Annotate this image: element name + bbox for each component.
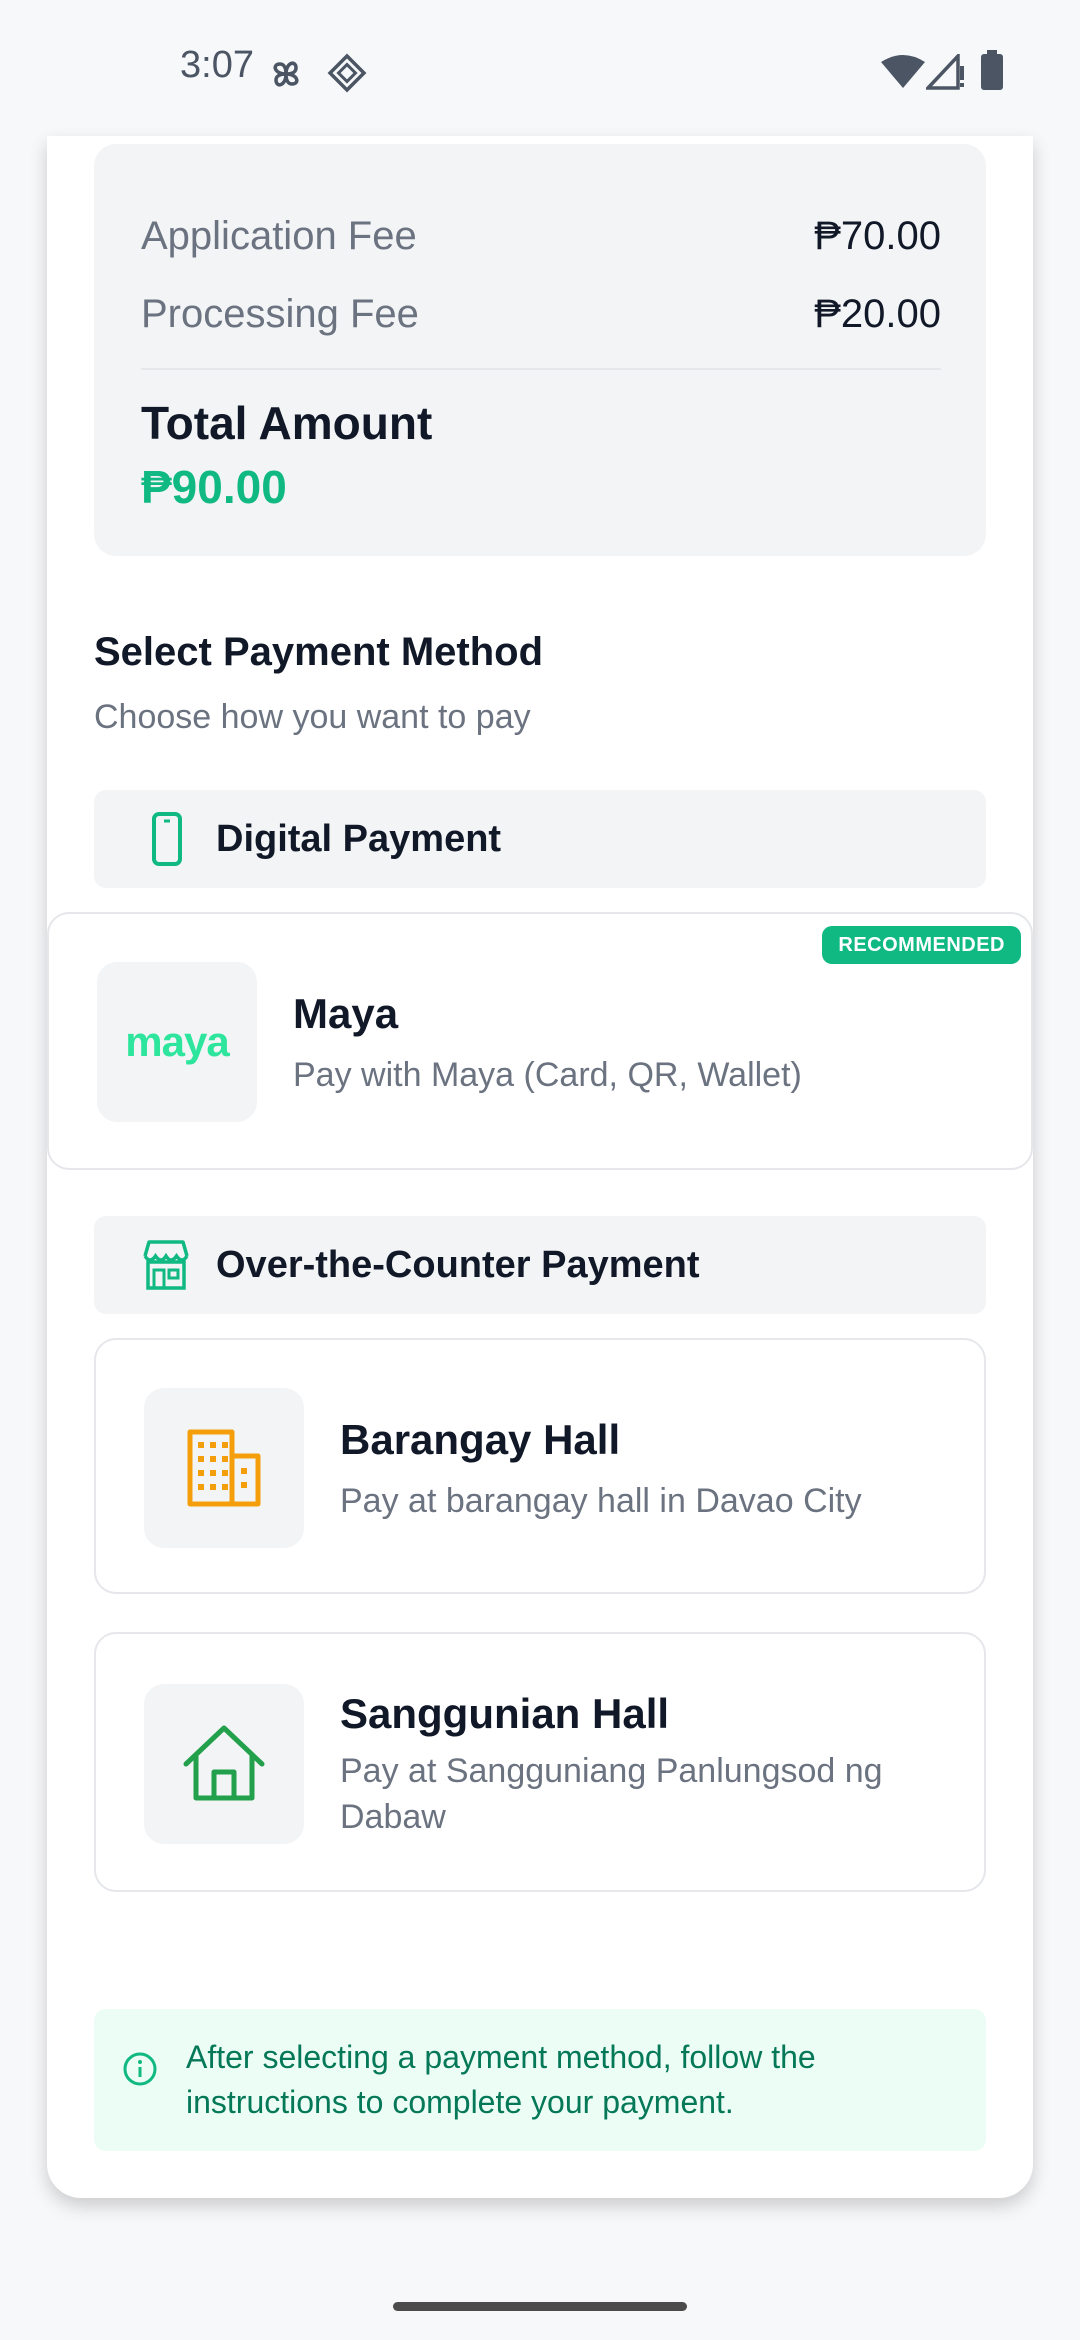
- application-fee-label: Application Fee: [141, 214, 417, 258]
- otc-payment-label: Over-the-Counter Payment: [216, 1244, 700, 1286]
- home-indicator[interactable]: [393, 2302, 687, 2311]
- pinwheel-icon: [273, 61, 299, 87]
- battery-icon: [981, 50, 1003, 90]
- fee-divider: [141, 368, 941, 370]
- sanggunian-hall-description: Pay at Sangguniang Panlungsod ng Dabaw: [340, 1752, 883, 1836]
- info-note: After selecting a payment method, follow…: [94, 2009, 986, 2151]
- wifi-icon: [881, 55, 925, 88]
- digital-payment-label: Digital Payment: [216, 818, 502, 860]
- storefront-icon: [143, 1240, 189, 1290]
- otc-payment-header: Over-the-Counter Payment: [94, 1216, 986, 1314]
- application-fee-row: Application Fee ₱70.00: [141, 214, 941, 259]
- info-icon: [123, 2052, 157, 2086]
- diamond-grid-icon: [327, 53, 367, 93]
- signal-icon: [926, 54, 964, 90]
- barangay-logo: [144, 1388, 304, 1548]
- barangay-hall-option[interactable]: Barangay Hall Pay at barangay hall in Da…: [94, 1338, 986, 1594]
- payment-method-subtitle: Choose how you want to pay: [94, 698, 531, 736]
- status-bar: 3:07: [0, 0, 1080, 136]
- processing-fee-value: ₱20.00: [814, 292, 941, 336]
- sanggunian-logo: [144, 1684, 304, 1844]
- barangay-hall-description: Pay at barangay hall in Davao City: [340, 1482, 862, 1520]
- fee-summary: Application Fee ₱70.00 Processing Fee ₱2…: [94, 144, 986, 556]
- processing-fee-label: Processing Fee: [141, 292, 419, 336]
- barangay-hall-title: Barangay Hall: [340, 1416, 621, 1463]
- sanggunian-hall-option[interactable]: Sanggunian Hall Pay at Sangguniang Panlu…: [94, 1632, 986, 1892]
- maya-description: Pay with Maya (Card, QR, Wallet): [293, 1056, 802, 1094]
- info-text: After selecting a payment method, follow…: [186, 2039, 816, 2120]
- maya-logo-text: maya: [125, 1018, 229, 1065]
- digital-payment-header: Digital Payment: [94, 790, 986, 888]
- smartphone-icon: [152, 812, 182, 866]
- total-amount-label: Total Amount: [141, 397, 433, 449]
- payment-method-title: Select Payment Method: [94, 630, 544, 674]
- sanggunian-hall-title: Sanggunian Hall: [340, 1690, 670, 1737]
- recommended-badge: RECOMMENDED: [822, 926, 1021, 964]
- processing-fee-row: Processing Fee ₱20.00: [141, 292, 941, 337]
- house-icon: [183, 1725, 265, 1801]
- building-icon: [187, 1429, 261, 1507]
- status-time: 3:07: [180, 44, 254, 86]
- maya-title: Maya: [293, 990, 399, 1037]
- application-fee-value: ₱70.00: [814, 214, 941, 258]
- total-amount-value: ₱90.00: [141, 461, 287, 513]
- payment-sheet: Application Fee ₱70.00 Processing Fee ₱2…: [47, 136, 1033, 2198]
- maya-logo: maya: [97, 962, 257, 1122]
- maya-option[interactable]: maya Maya Pay with Maya (Card, QR, Walle…: [47, 912, 1033, 1170]
